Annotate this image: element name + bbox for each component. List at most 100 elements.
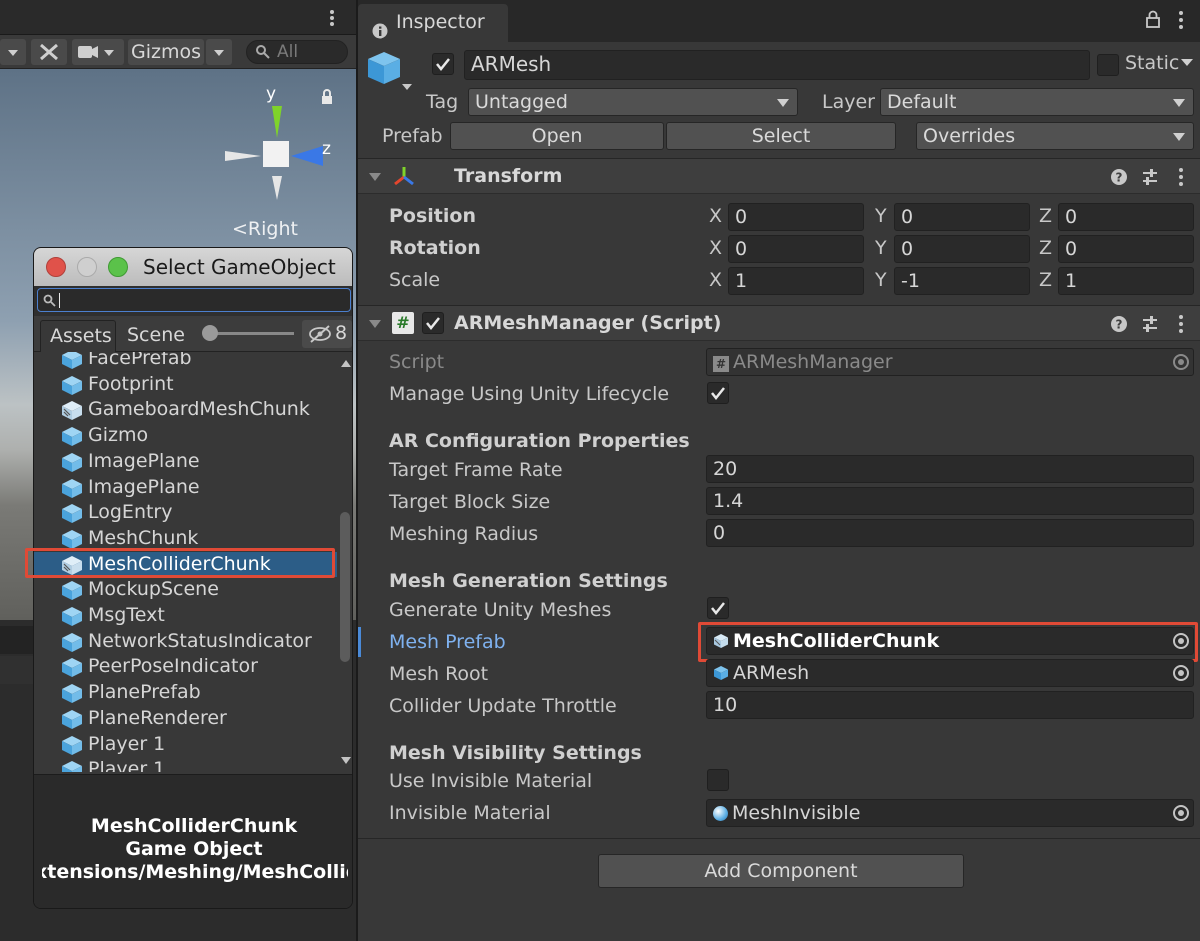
list-item[interactable]: PlanePrefab xyxy=(34,680,337,706)
list-item[interactable]: LogEntry xyxy=(34,500,337,526)
scrollbar-thumb[interactable] xyxy=(340,512,350,662)
scene-search-input[interactable]: All xyxy=(246,40,348,64)
scale-y-input[interactable]: -1 xyxy=(894,267,1030,295)
scroll-up-arrow-icon[interactable] xyxy=(340,358,352,368)
search-icon xyxy=(255,44,271,64)
help-icon[interactable]: ? xyxy=(1110,315,1128,337)
tools-icon[interactable] xyxy=(31,39,67,65)
position-y-axis-label[interactable]: Y xyxy=(875,205,887,227)
invisible-material-field[interactable]: MeshInvisible xyxy=(706,799,1194,827)
tab-assets[interactable]: Assets xyxy=(40,320,116,352)
component-enabled-checkbox[interactable] xyxy=(422,312,444,334)
lock-icon[interactable] xyxy=(320,89,334,109)
rotation-z-axis-label[interactable]: Z xyxy=(1039,237,1052,259)
prefab-overrides-dropdown[interactable]: Overrides xyxy=(916,122,1194,150)
list-item[interactable]: ImagePlane xyxy=(34,475,337,501)
rotation-y-axis-label[interactable]: Y xyxy=(875,237,887,259)
foldout-arrow-icon[interactable] xyxy=(368,172,382,182)
minimize-window-button[interactable] xyxy=(77,257,97,277)
hidden-toggle[interactable]: 8 xyxy=(302,320,352,348)
ar-config-header: AR Configuration Properties xyxy=(389,430,690,452)
close-window-button[interactable] xyxy=(46,257,66,277)
window-titlebar[interactable]: Select GameObject xyxy=(34,248,352,286)
preset-icon[interactable] xyxy=(1141,168,1159,190)
position-x-input[interactable]: 0 xyxy=(728,203,864,231)
rotation-z-input[interactable]: 0 xyxy=(1058,235,1194,263)
position-x-axis-label[interactable]: X xyxy=(709,205,722,227)
selected-item-highlight xyxy=(25,548,335,578)
draw-mode-dropdown[interactable] xyxy=(0,39,26,65)
position-y-input[interactable]: 0 xyxy=(894,203,1030,231)
list-item[interactable]: Gizmo xyxy=(34,423,337,449)
gizmos-dropdown[interactable] xyxy=(206,39,232,65)
scale-x-input[interactable]: 1 xyxy=(728,267,864,295)
block-size-input[interactable]: 1.4 xyxy=(706,487,1194,515)
lock-icon[interactable] xyxy=(1146,10,1160,32)
object-search-input[interactable] xyxy=(37,288,351,312)
list-item-label: ImagePlane xyxy=(88,449,200,472)
static-label[interactable]: Static xyxy=(1125,52,1179,74)
active-checkbox[interactable] xyxy=(432,53,454,75)
layer-dropdown[interactable]: Default xyxy=(880,88,1194,116)
list-item[interactable]: MsgText xyxy=(34,603,337,629)
position-z-input[interactable]: 0 xyxy=(1058,203,1194,231)
rotation-x-input[interactable]: 0 xyxy=(728,235,864,263)
use-invisible-material-checkbox[interactable] xyxy=(707,769,729,791)
transform-header[interactable]: Transform ? xyxy=(358,158,1200,194)
prefab-open-button[interactable]: Open xyxy=(450,122,664,150)
radius-input[interactable]: 0 xyxy=(706,519,1194,547)
scale-x-axis-label[interactable]: X xyxy=(709,269,722,291)
list-item[interactable]: PeerPoseIndicator xyxy=(34,654,337,680)
list-item[interactable]: NetworkStatusIndicator xyxy=(34,629,337,655)
prefab-select-button[interactable]: Select xyxy=(666,122,896,150)
mesh-root-field[interactable]: ARMesh xyxy=(706,659,1194,687)
list-item[interactable]: GameboardMeshChunk xyxy=(34,397,337,423)
list-item[interactable]: MockupScene xyxy=(34,577,337,603)
component-menu-icon[interactable] xyxy=(1176,314,1186,338)
add-component-button[interactable]: Add Component xyxy=(598,854,964,888)
scale-z-axis-label[interactable]: Z xyxy=(1039,269,1052,291)
list-scrollbar[interactable] xyxy=(337,352,352,772)
preset-icon[interactable] xyxy=(1141,315,1159,337)
gameobject-cube-icon[interactable] xyxy=(368,48,416,98)
panel-menu-icon[interactable] xyxy=(326,8,338,28)
scroll-down-arrow-icon[interactable] xyxy=(340,756,352,766)
help-icon[interactable]: ? xyxy=(1110,168,1128,190)
static-dropdown-icon[interactable] xyxy=(1180,58,1194,68)
view-orientation-label[interactable]: <Right xyxy=(232,218,298,240)
tab-scene[interactable]: Scene xyxy=(118,320,194,350)
list-item[interactable]: FacePrefab xyxy=(34,352,337,372)
component-menu-icon[interactable] xyxy=(1176,167,1186,191)
tab-inspector[interactable]: Inspector xyxy=(358,4,508,42)
object-picker-icon[interactable] xyxy=(1173,665,1189,681)
armeshmanager-header[interactable]: # ARMeshManager (Script) ? xyxy=(358,305,1200,341)
foldout-arrow-icon[interactable] xyxy=(368,319,382,329)
icon-size-slider[interactable] xyxy=(202,325,294,341)
gen-meshes-checkbox[interactable] xyxy=(707,597,729,619)
throttle-input[interactable]: 10 xyxy=(706,691,1194,719)
list-item[interactable]: PlaneRenderer xyxy=(34,706,337,732)
lifecycle-checkbox[interactable] xyxy=(707,382,729,404)
list-item[interactable]: Player 1 xyxy=(34,732,337,758)
rotation-x-axis-label[interactable]: X xyxy=(709,237,722,259)
slider-handle[interactable] xyxy=(202,325,218,341)
zoom-window-button[interactable] xyxy=(108,257,128,277)
camera-dropdown[interactable] xyxy=(72,39,124,65)
orientation-gizmo[interactable]: y z xyxy=(215,82,335,207)
mesh-prefab-highlight xyxy=(698,622,1198,662)
static-checkbox[interactable] xyxy=(1097,54,1119,76)
rotation-y-input[interactable]: 0 xyxy=(894,235,1030,263)
scale-z-input[interactable]: 1 xyxy=(1058,267,1194,295)
gizmos-button[interactable]: Gizmos xyxy=(128,39,204,65)
position-z-axis-label[interactable]: Z xyxy=(1039,205,1052,227)
list-item[interactable]: Player 1 xyxy=(34,757,337,772)
tag-dropdown[interactable]: Untagged xyxy=(468,88,798,116)
scale-y-axis-label[interactable]: Y xyxy=(875,269,887,291)
scene-tab-bar xyxy=(0,0,356,35)
panel-menu-icon[interactable] xyxy=(1176,10,1186,34)
frame-rate-input[interactable]: 20 xyxy=(706,455,1194,483)
object-name-input[interactable]: ARMesh xyxy=(464,50,1090,80)
list-item[interactable]: ImagePlane xyxy=(34,449,337,475)
object-picker-icon[interactable] xyxy=(1173,805,1189,821)
list-item[interactable]: Footprint xyxy=(34,372,337,398)
